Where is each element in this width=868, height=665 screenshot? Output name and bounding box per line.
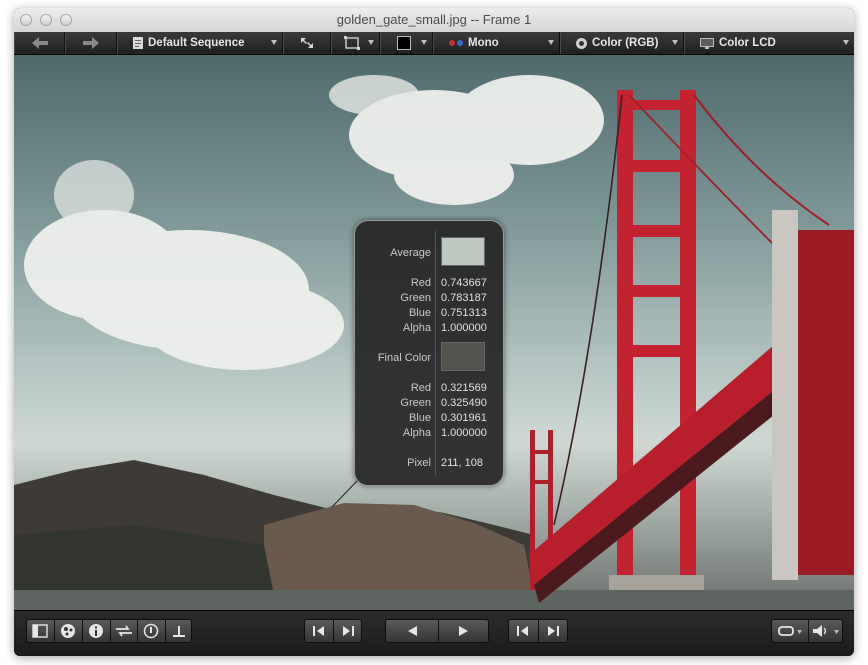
baseline-icon[interactable] — [171, 623, 187, 644]
hud-divider — [435, 231, 436, 475]
pixel-coordinates: 211, 108 — [441, 457, 484, 469]
skip-start-icon[interactable] — [516, 624, 530, 643]
viewer-window: golden_gate_small.jpg -- Frame 1 Default… — [14, 8, 854, 656]
fullscreen-button[interactable] — [283, 32, 331, 54]
final-color-label: Final Color — [377, 352, 431, 364]
title-bar: golden_gate_small.jpg -- Frame 1 — [14, 8, 854, 33]
forward-button[interactable] — [65, 32, 117, 54]
chevron-down-icon — [271, 40, 277, 45]
document-icon — [133, 37, 143, 49]
monitor-icon — [700, 37, 714, 49]
average-blue-value: 0.751313 — [441, 307, 487, 319]
chevron-down-icon — [548, 40, 554, 45]
average-red-label: Red — [410, 277, 431, 289]
sequence-dropdown[interactable]: Default Sequence — [117, 32, 283, 54]
loop-volume-group — [771, 619, 843, 643]
average-blue-label: Blue — [408, 307, 431, 319]
sidebar-toggle-icon[interactable] — [32, 624, 48, 643]
channel-label: Mono — [468, 37, 499, 49]
frame-icon — [344, 36, 360, 50]
final-red-label: Red — [410, 382, 431, 394]
loop-icon[interactable] — [777, 624, 803, 643]
display-profile-dropdown[interactable]: Color LCD — [684, 32, 854, 54]
chevron-down-icon — [843, 40, 849, 45]
color-space-label: Color (RGB) — [592, 37, 659, 49]
chevron-down-icon — [672, 40, 678, 45]
bottom-toolbar — [14, 610, 854, 656]
final-red-value: 0.321569 — [441, 382, 487, 394]
chevron-down-icon — [421, 40, 427, 45]
color-inspector-hud: Average Red 0.743667 Green 0.783187 Blue… — [354, 220, 504, 486]
average-green-label: Green — [400, 292, 431, 304]
back-button[interactable] — [14, 32, 65, 54]
final-color-swatch — [441, 342, 485, 371]
average-red-value: 0.743667 — [441, 277, 487, 289]
average-label: Average — [390, 247, 431, 259]
toolbar: Default Sequence Mono Color (RGB) Color … — [14, 32, 854, 55]
crop-dropdown[interactable] — [331, 32, 380, 54]
final-green-label: Green — [400, 397, 431, 409]
timer-icon[interactable] — [143, 623, 159, 644]
arrow-left-icon — [31, 37, 48, 49]
volume-icon[interactable] — [812, 624, 840, 643]
image-canvas[interactable]: Average Red 0.743667 Green 0.783187 Blue… — [14, 55, 854, 610]
display-profile-label: Color LCD — [719, 37, 776, 49]
background-color-dropdown[interactable] — [380, 32, 433, 54]
channels-icon — [449, 40, 463, 46]
chevron-down-icon — [368, 40, 374, 45]
sequence-label: Default Sequence — [148, 37, 245, 49]
tool-button-group — [26, 619, 192, 643]
expand-arrows-icon — [301, 38, 313, 48]
swap-icon[interactable] — [115, 624, 133, 643]
playback-group — [385, 619, 489, 643]
final-green-value: 0.325490 — [441, 397, 487, 409]
color-profile-icon — [576, 37, 587, 49]
frame-step-group — [304, 619, 362, 643]
average-alpha-label: Alpha — [402, 322, 431, 334]
skip-group — [508, 619, 568, 643]
pixel-label: Pixel — [407, 457, 431, 469]
channel-dropdown[interactable]: Mono — [433, 32, 560, 54]
average-color-swatch — [441, 237, 485, 266]
info-icon[interactable] — [88, 623, 104, 644]
arrow-right-icon — [83, 37, 99, 49]
final-blue-label: Blue — [408, 412, 431, 424]
window-title: golden_gate_small.jpg -- Frame 1 — [336, 12, 532, 27]
play-icon[interactable] — [457, 624, 471, 643]
average-alpha-value: 1.000000 — [441, 322, 487, 334]
step-back-icon[interactable] — [312, 624, 326, 643]
background-color-swatch — [397, 36, 411, 50]
step-forward-icon[interactable] — [341, 624, 355, 643]
final-alpha-value: 1.000000 — [441, 427, 487, 439]
average-green-value: 0.783187 — [441, 292, 487, 304]
final-alpha-label: Alpha — [402, 427, 431, 439]
color-space-dropdown[interactable]: Color (RGB) — [560, 32, 684, 54]
play-reverse-icon[interactable] — [405, 624, 419, 643]
color-wheel-icon[interactable] — [60, 623, 76, 644]
final-blue-value: 0.301961 — [441, 412, 487, 424]
skip-end-icon[interactable] — [546, 624, 560, 643]
